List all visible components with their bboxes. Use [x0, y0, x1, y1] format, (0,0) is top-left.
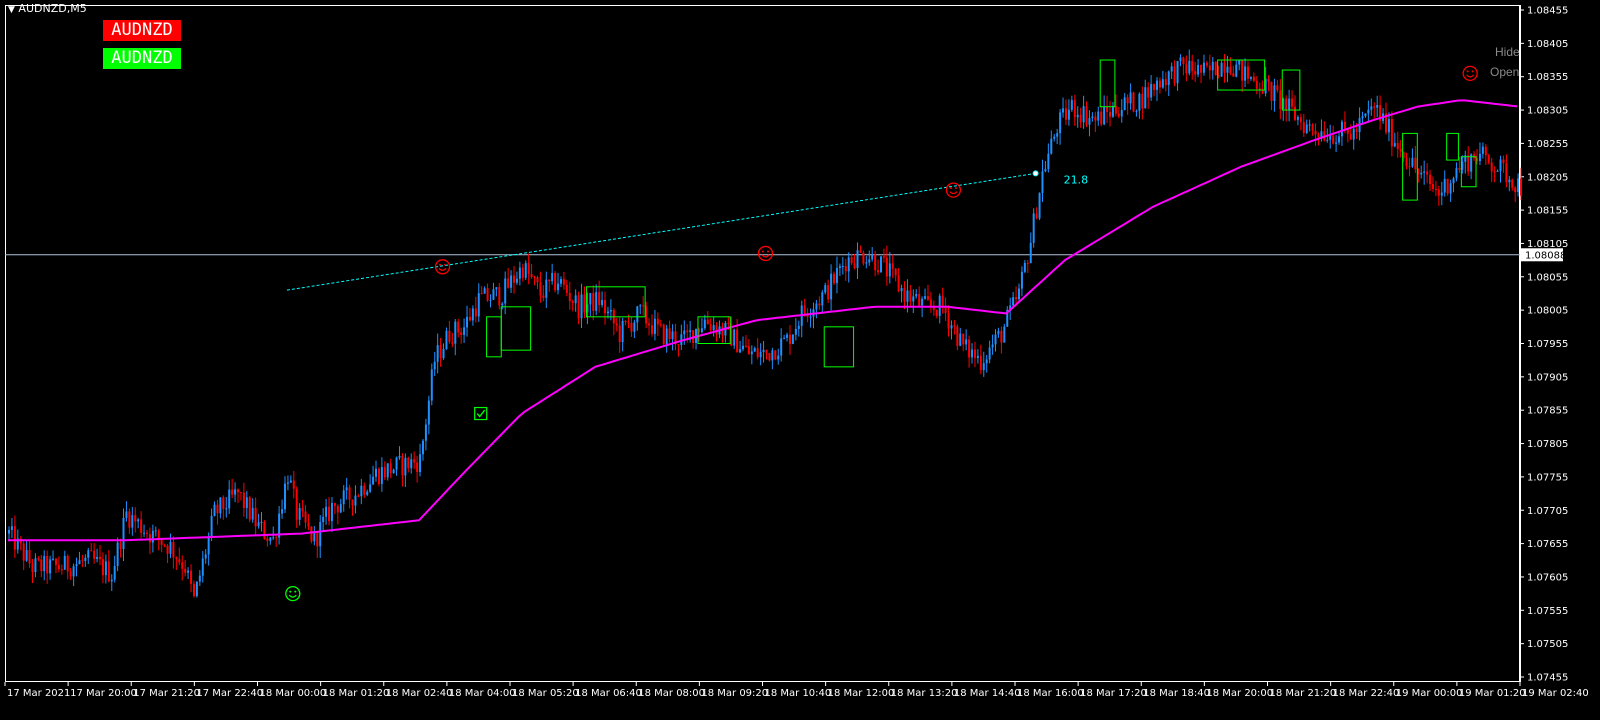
candle: [1038, 192, 1041, 221]
time-tick-label: 18 Mar 00:00: [260, 688, 327, 699]
price-tick-label: 1.07555: [1527, 606, 1568, 617]
candle: [445, 327, 448, 350]
price-tick-label: 1.07955: [1527, 339, 1568, 350]
price-tick-label: 1.07855: [1527, 406, 1568, 417]
candle: [768, 352, 771, 362]
candle: [880, 256, 883, 273]
candle: [791, 333, 794, 345]
candle: [662, 323, 665, 346]
symbol-timeframe-label[interactable]: ▼ AUDNZD,M5: [8, 2, 87, 15]
candle: [524, 260, 527, 281]
price-tick-label: 1.07755: [1527, 472, 1568, 483]
time-tick-label: 17 Mar 21:20: [133, 688, 200, 699]
window-title: AUDNZD,M5: [18, 2, 87, 15]
candle: [248, 495, 251, 523]
trend-line-anchor[interactable]: [1032, 170, 1039, 177]
price-chart[interactable]: 1.08455 1.08405 1.08355 1.08305 1.08255 1.082…: [0, 0, 1600, 720]
svg-text:1.08088: 1.08088: [1525, 250, 1566, 261]
time-tick-label: 18 Mar 01:20: [323, 688, 390, 699]
current-price-tag: 1.08088: [1521, 248, 1566, 262]
price-tick-label: 1.07455: [1527, 673, 1568, 684]
candle: [430, 363, 433, 406]
candle: [1032, 208, 1035, 248]
time-tick-label: 18 Mar 09:20: [701, 688, 768, 699]
time-tick-label: 17 Mar 22:40: [196, 688, 263, 699]
time-tick-label: 18 Mar 10:40: [765, 688, 832, 699]
price-tick-label: 1.07605: [1527, 572, 1568, 583]
price-tick-label: 1.08405: [1527, 39, 1568, 50]
trend-line-label: 21.8: [1064, 173, 1089, 186]
price-tick-label: 1.08155: [1527, 206, 1568, 217]
price-tick-label: 1.07905: [1527, 372, 1568, 383]
time-tick-label: 18 Mar 12:00: [828, 688, 895, 699]
candle: [310, 526, 313, 544]
price-tick-label: 1.08055: [1527, 272, 1568, 283]
time-tick-label: 19 Mar 01:20: [1459, 688, 1526, 699]
time-tick-label: 18 Mar 13:20: [891, 688, 958, 699]
hide-button[interactable]: Hide: [1495, 45, 1520, 59]
symbol-badge-green[interactable]: AUDNZD: [103, 48, 181, 69]
price-tick-label: 1.08355: [1527, 72, 1568, 83]
price-tick-label: 1.07505: [1527, 639, 1568, 650]
candle: [1220, 60, 1223, 77]
time-tick-label: 19 Mar 02:40: [1522, 688, 1589, 699]
candle: [1003, 323, 1006, 343]
time-tick-label: 18 Mar 21:20: [1270, 688, 1337, 699]
price-tick-label: 1.08455: [1527, 6, 1568, 17]
candle: [774, 350, 777, 361]
time-tick-label: 18 Mar 17:20: [1080, 688, 1147, 699]
candle: [1446, 178, 1449, 196]
candle: [1214, 61, 1217, 76]
price-tick-label: 1.08205: [1527, 172, 1568, 183]
candle: [1132, 91, 1135, 113]
time-tick-label: 17 Mar 20:00: [70, 688, 137, 699]
time-tick-label: 17 Mar 2021: [7, 688, 70, 699]
price-tick-label: 1.08005: [1527, 306, 1568, 317]
chevron-down-icon[interactable]: ▼: [8, 5, 15, 15]
time-tick-label: 18 Mar 02:40: [386, 688, 453, 699]
time-tick-label: 18 Mar 20:00: [1206, 688, 1273, 699]
candle: [377, 467, 380, 487]
price-tick-label: 1.07655: [1527, 539, 1568, 550]
time-tick-label: 18 Mar 16:00: [1017, 688, 1084, 699]
price-tick-label: 1.08305: [1527, 106, 1568, 117]
candle: [554, 271, 557, 293]
time-tick-label: 18 Mar 14:40: [954, 688, 1021, 699]
time-tick-label: 19 Mar 00:00: [1396, 688, 1463, 699]
candle: [263, 520, 266, 540]
candle: [862, 250, 865, 266]
price-tick-label: 1.07705: [1527, 506, 1568, 517]
price-axis: 1.08455 1.08405 1.08355 1.08305 1.08255 1.082…: [1520, 6, 1568, 684]
symbol-badge-red[interactable]: AUDNZD: [103, 20, 181, 41]
time-tick-label: 18 Mar 04:00: [449, 688, 516, 699]
candle: [195, 581, 198, 598]
open-button[interactable]: Open: [1490, 65, 1519, 79]
time-tick-label: 18 Mar 22:40: [1333, 688, 1400, 699]
time-tick-label: 18 Mar 05:20: [512, 688, 579, 699]
time-tick-label: 18 Mar 18:40: [1143, 688, 1210, 699]
price-tick-label: 1.07805: [1527, 439, 1568, 450]
time-tick-label: 18 Mar 06:40: [575, 688, 642, 699]
time-tick-label: 18 Mar 08:00: [638, 688, 705, 699]
price-tick-label: 1.08255: [1527, 139, 1568, 150]
